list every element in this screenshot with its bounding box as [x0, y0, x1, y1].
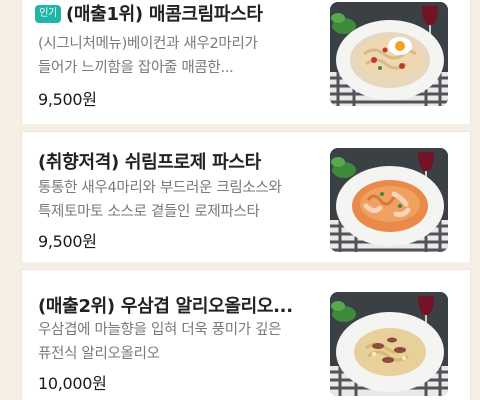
spicy-cream-pasta-photo [330, 2, 448, 106]
description-line-2: 들어가 느끼함을 잡아줄 매콤한... [38, 60, 234, 76]
menu-item-title: (매출2위) 우삼겹 알리오올리오... [38, 296, 293, 317]
menu-divider [22, 124, 470, 132]
shrimp-rose-pasta-photo [330, 148, 448, 252]
menu-item-price: 9,500원 [38, 232, 97, 251]
description-line-1: (시그니처메뉴)베이컨과 새우2마리가 [38, 36, 258, 52]
menu-item-price: 10,000원 [38, 374, 107, 393]
menu-item-beef-aglio-olio[interactable]: (매출2위) 우삼겹 알리오올리오... 우삼겹에 마늘향을 입혀 더욱 풍미가… [22, 270, 470, 400]
menu-list: 인기 (매출1위) 매콤크림파스타 (시그니처메뉴)베이컨과 새우2마리가 들어… [0, 0, 480, 400]
description-line-1: 통통한 새우4마리와 부드러운 크림소스와 [38, 180, 282, 196]
popular-badge: 인기 [35, 5, 61, 23]
menu-item-description: (시그니처메뉴)베이컨과 새우2마리가 들어가 느끼함을 잡아줄 매콤한... [38, 32, 328, 80]
menu-divider [22, 262, 470, 270]
menu-item-description: 우삼겹에 마늘향을 입혀 더욱 풍미가 깊은 퓨전식 알리오올리오 [38, 318, 328, 366]
description-line-1: 우삼겹에 마늘향을 입혀 더욱 풍미가 깊은 [38, 322, 282, 338]
menu-item-spicy-cream-pasta[interactable]: 인기 (매출1위) 매콤크림파스타 (시그니처메뉴)베이컨과 새우2마리가 들어… [22, 0, 470, 124]
beef-aglio-olio-photo [330, 292, 448, 396]
menu-item-shrimp-rose-pasta[interactable]: (취향저격) 쉬림프로제 파스타 통통한 새우4마리와 부드러운 크림소스와 특… [22, 132, 470, 262]
description-line-2: 특제토마토 소스로 곁들인 로제파스타 [38, 204, 260, 220]
menu-item-title: (매출1위) 매콤크림파스타 [66, 4, 263, 25]
description-line-2: 퓨전식 알리오올리오 [38, 346, 160, 362]
menu-item-description: 통통한 새우4마리와 부드러운 크림소스와 특제토마토 소스로 곁들인 로제파스… [38, 176, 328, 224]
menu-item-price: 9,500원 [38, 90, 97, 109]
menu-item-title: (취향저격) 쉬림프로제 파스타 [38, 152, 261, 173]
